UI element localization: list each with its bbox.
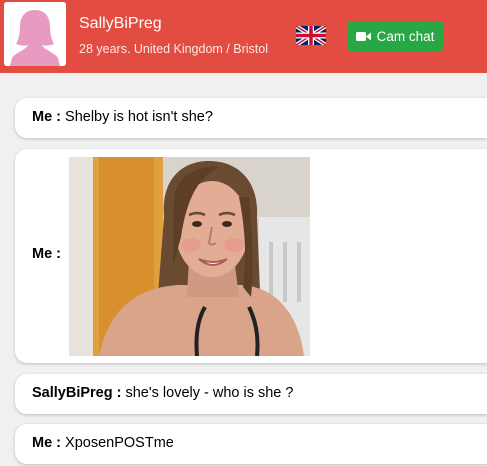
message-text: XposenPOSTme [65, 435, 174, 451]
chat-message: Me : Shelby is hot isn't she? [15, 98, 487, 138]
message-text: Shelby is hot isn't she? [65, 109, 213, 125]
chat-message: Me : XposenPOSTme [15, 424, 487, 464]
profile-username[interactable]: SallyBiPreg [79, 14, 162, 34]
chat-log[interactable]: Me : Shelby is hot isn't she? Me : Sally… [0, 73, 487, 466]
video-camera-icon [355, 31, 371, 41]
default-female-avatar-icon [4, 2, 66, 66]
message-sender: Me : [32, 435, 61, 451]
profile-info: 28 years. United Kingdom / Bristol [79, 42, 268, 56]
cam-chat-button[interactable]: Cam chat [347, 21, 443, 51]
chat-message: SallyBiPreg : she's lovely - who is she … [15, 374, 487, 414]
message-sender: Me : [32, 109, 61, 125]
cam-chat-label: Cam chat [376, 28, 435, 44]
chat-message: Me : [15, 149, 487, 363]
avatar[interactable] [4, 2, 66, 66]
message-photo[interactable] [69, 157, 310, 356]
profile-header: SallyBiPreg 28 years. United Kingdom / B… [0, 0, 487, 73]
message-sender: Me : [32, 246, 61, 262]
message-text: she's lovely - who is she ? [125, 385, 294, 401]
message-sender: SallyBiPreg : [32, 385, 122, 401]
uk-flag-icon [296, 26, 326, 45]
